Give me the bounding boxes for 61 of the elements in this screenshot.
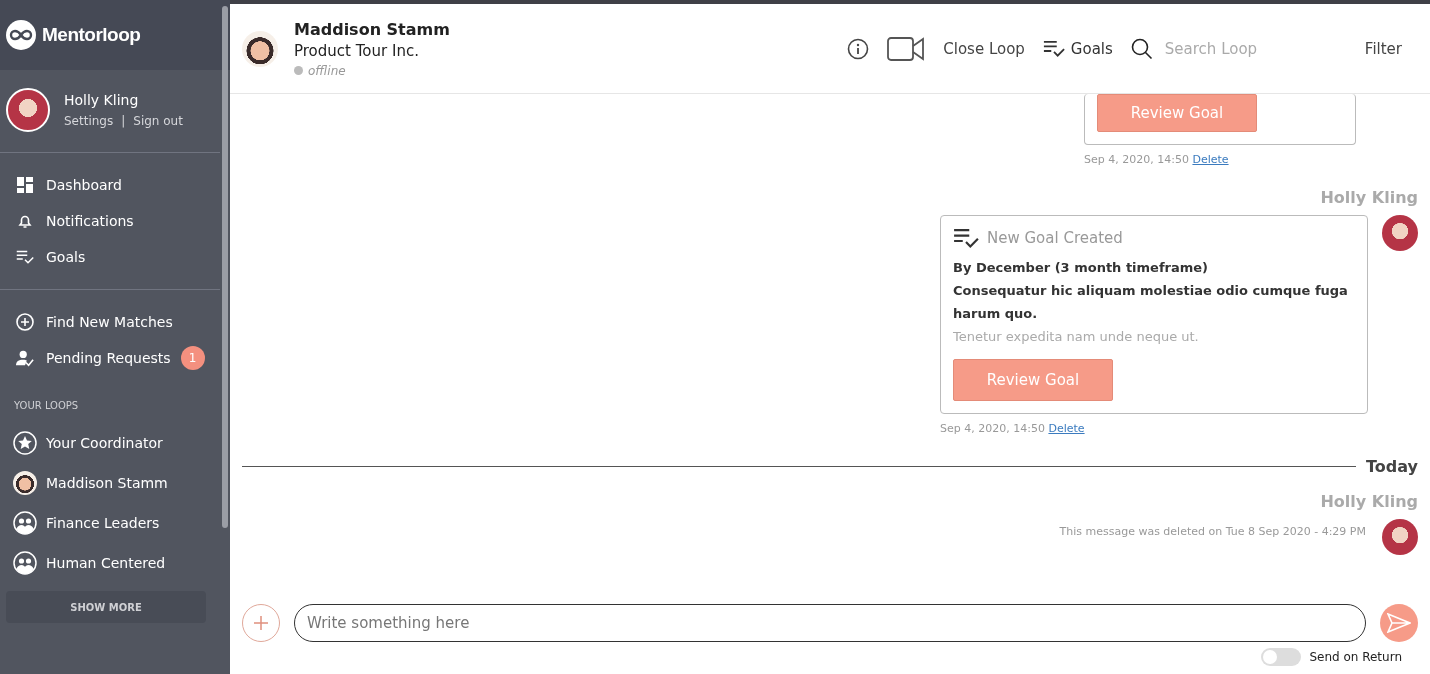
logo-text: Mentorloop <box>42 24 141 46</box>
toggle-switch[interactable] <box>1261 648 1302 666</box>
goal-description: Consequatur hic aliquam molestiae odio cumque fuga harum quo. <box>953 281 1349 323</box>
nav-item[interactable]: Pending Requests <box>16 340 171 376</box>
group-icon <box>13 551 37 575</box>
user-avatar <box>6 88 50 132</box>
timestamp: Sep 4, 2020, 14:50 <box>940 421 1045 435</box>
author-name: Holly Kling <box>1319 188 1418 207</box>
show-more-button[interactable]: SHOW MORE <box>6 591 206 623</box>
checklist-icon <box>16 250 34 264</box>
delete-link[interactable]: Delete <box>1192 153 1229 166</box>
status-text: offline <box>308 63 346 78</box>
contact-avatar <box>242 30 278 67</box>
delete-link[interactable]: Delete <box>1048 421 1085 435</box>
goal-note: Tenetur expedita nam unde neque ut. <box>953 327 1200 346</box>
dashboard-icon <box>17 177 33 193</box>
filter-button[interactable]: Filter <box>1364 39 1402 58</box>
nav-item[interactable]: Goals <box>16 239 220 275</box>
nav-item[interactable]: Find New Matches <box>16 304 173 340</box>
section-heading: YOUR LOOPS <box>14 400 80 411</box>
add-button[interactable] <box>242 604 280 642</box>
send-icon <box>1387 613 1411 633</box>
user-name: Holly Kling <box>64 92 140 108</box>
star-circle-icon <box>13 431 37 455</box>
deleted-message-text: This message was deleted on Tue 8 Sep 2020 - 4:29 PM <box>1059 524 1366 538</box>
goal-deadline: By December (3 month timeframe) <box>953 258 1210 277</box>
loop-item[interactable]: Your Coordinator <box>12 423 220 463</box>
bell-icon <box>17 213 33 229</box>
search-icon <box>1130 37 1153 60</box>
loop-item[interactable]: Human Centered <box>12 543 220 583</box>
close-loop-button[interactable]: Close Loop <box>943 39 1025 58</box>
date-divider-label: Today <box>1366 456 1418 476</box>
message-input[interactable]: Write something here <box>294 604 1366 642</box>
author-name: Holly Kling <box>1319 491 1418 511</box>
avatar <box>13 471 37 495</box>
author-avatar <box>1382 215 1418 251</box>
loop-item[interactable]: Finance Leaders <box>12 503 220 543</box>
contact-name: Maddison Stamm <box>294 19 450 39</box>
checklist-icon <box>1042 40 1065 57</box>
goals-button[interactable]: Goals <box>1042 39 1113 58</box>
nav-item[interactable]: Notifications <box>16 203 220 239</box>
toggle-label: Send on Return <box>1309 650 1402 664</box>
timestamp: Sep 4, 2020, 14:50 <box>1084 153 1189 166</box>
video-camera-icon[interactable] <box>887 36 926 61</box>
plus-icon <box>253 615 269 631</box>
user-link[interactable]: Settings <box>64 114 114 128</box>
loop-item[interactable]: Maddison Stamm <box>12 463 220 503</box>
nav-item[interactable]: Dashboard <box>16 167 220 203</box>
user-link[interactable]: Sign out <box>133 114 183 128</box>
author-avatar <box>1382 518 1418 555</box>
count-badge: 1 <box>180 346 205 370</box>
company-name: Product Tour Inc. <box>294 41 420 60</box>
separator: | <box>121 114 126 128</box>
info-icon[interactable] <box>847 37 870 60</box>
infinity-logo-icon <box>6 20 36 50</box>
person-check-icon <box>16 349 34 367</box>
send-button[interactable] <box>1380 604 1418 642</box>
checklist-icon <box>953 228 979 248</box>
plus-circle-icon <box>16 313 34 331</box>
card-title: New Goal Created <box>987 228 1123 247</box>
group-icon <box>13 511 37 535</box>
